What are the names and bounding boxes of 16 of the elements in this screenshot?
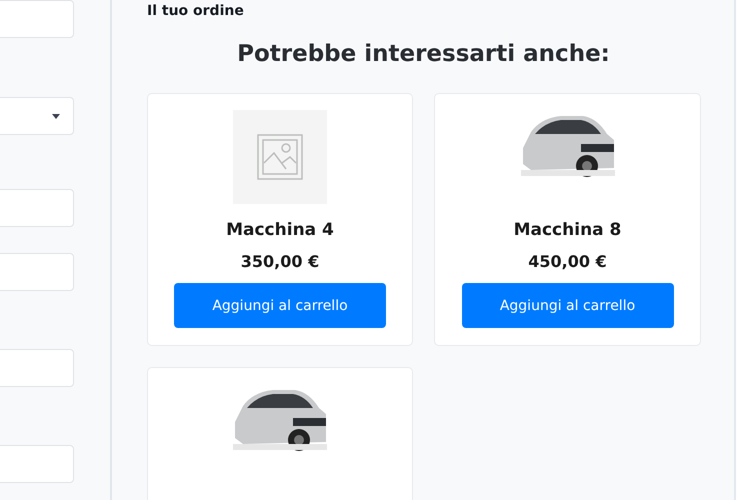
add-to-cart-button[interactable]: Aggiungi al carrello — [462, 283, 674, 328]
product-name: Macchina 8 — [514, 220, 622, 240]
input-field[interactable] — [0, 445, 74, 483]
add-to-cart-button[interactable]: Aggiungi al carrello — [174, 283, 386, 328]
dropdown-field[interactable] — [0, 97, 74, 135]
order-title: Il tuo ordine — [147, 3, 245, 19]
image-icon — [256, 133, 304, 181]
product-name: Macchina 4 — [226, 220, 334, 240]
input-field[interactable] — [0, 253, 74, 291]
product-price: 450,00 € — [528, 252, 607, 271]
dropdown-caret-icon — [52, 114, 60, 118]
input-field[interactable] — [0, 189, 74, 227]
input-field[interactable] — [0, 0, 74, 38]
input-field[interactable] — [0, 349, 74, 387]
section-heading: Potrebbe interessarti anche: — [236, 41, 611, 67]
product-price: 350,00 € — [240, 252, 320, 271]
